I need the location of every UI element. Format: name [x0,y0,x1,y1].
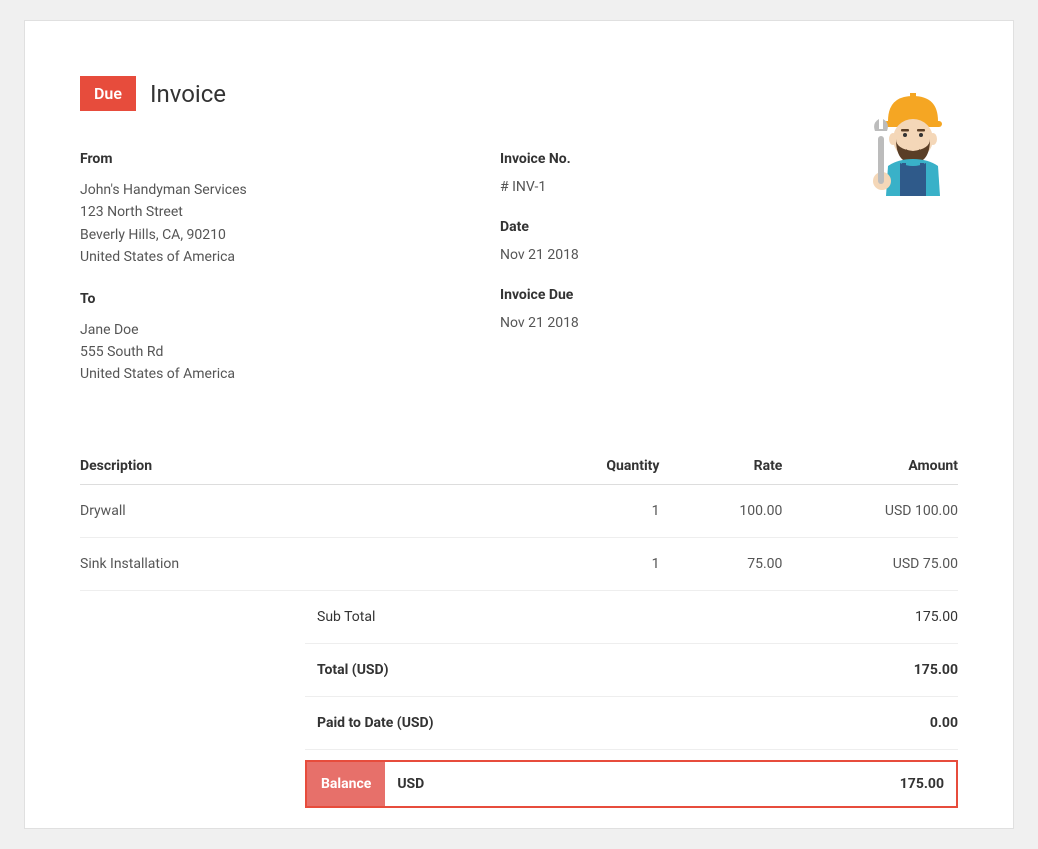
item-quantity: 1 [537,484,660,537]
status-badge: Due [80,76,136,111]
to-street: 555 South Rd [80,341,440,363]
paid-label: Paid to Date (USD) [317,715,434,731]
item-rate: 75.00 [659,537,782,590]
date-label: Date [500,219,958,235]
table-row: Drywall 1 100.00 USD 100.00 [80,484,958,537]
col-amount: Amount [782,448,958,485]
to-address: Jane Doe 555 South Rd United States of A… [80,319,440,386]
invoice-meta: From John's Handyman Services 123 North … [80,151,958,408]
to-name: Jane Doe [80,319,440,341]
balance-label: Balance [307,762,385,806]
date-value: Nov 21 2018 [500,247,958,263]
from-city: Beverly Hills, CA, 90210 [80,224,440,246]
table-header-row: Description Quantity Rate Amount [80,448,958,485]
summary-balance-row: Balance USD 175.00 [305,760,958,808]
balance-currency: USD [385,762,436,806]
line-items-table: Description Quantity Rate Amount Drywall… [80,448,958,591]
item-amount: USD 100.00 [782,484,958,537]
invoice-document: Due Invoice [24,20,1014,829]
invoice-title: Invoice [150,80,226,108]
addresses-column: From John's Handyman Services 123 North … [80,151,440,408]
balance-value: 175.00 [436,762,956,806]
invoice-summary: Sub Total 175.00 Total (USD) 175.00 Paid… [305,591,958,808]
from-label: From [80,151,440,167]
summary-paid-row: Paid to Date (USD) 0.00 [305,697,958,750]
table-row: Sink Installation 1 75.00 USD 75.00 [80,537,958,590]
company-logo [858,81,958,200]
item-amount: USD 75.00 [782,537,958,590]
col-description: Description [80,448,537,485]
from-address: John's Handyman Services 123 North Stree… [80,179,440,269]
to-country: United States of America [80,363,440,385]
from-street: 123 North Street [80,201,440,223]
from-name: John's Handyman Services [80,179,440,201]
col-quantity: Quantity [537,448,660,485]
due-label: Invoice Due [500,287,958,303]
col-rate: Rate [659,448,782,485]
subtotal-value: 175.00 [915,609,958,625]
invoice-header: Due Invoice [80,76,958,111]
due-value: Nov 21 2018 [500,315,958,331]
summary-total-row: Total (USD) 175.00 [305,644,958,697]
from-country: United States of America [80,246,440,268]
item-description: Sink Installation [80,537,537,590]
paid-value: 0.00 [930,715,958,731]
subtotal-label: Sub Total [317,609,375,625]
item-rate: 100.00 [659,484,782,537]
handyman-icon [858,81,958,196]
total-value: 175.00 [914,662,958,678]
item-description: Drywall [80,484,537,537]
total-label: Total (USD) [317,662,389,678]
summary-subtotal-row: Sub Total 175.00 [305,591,958,644]
to-label: To [80,291,440,307]
item-quantity: 1 [537,537,660,590]
